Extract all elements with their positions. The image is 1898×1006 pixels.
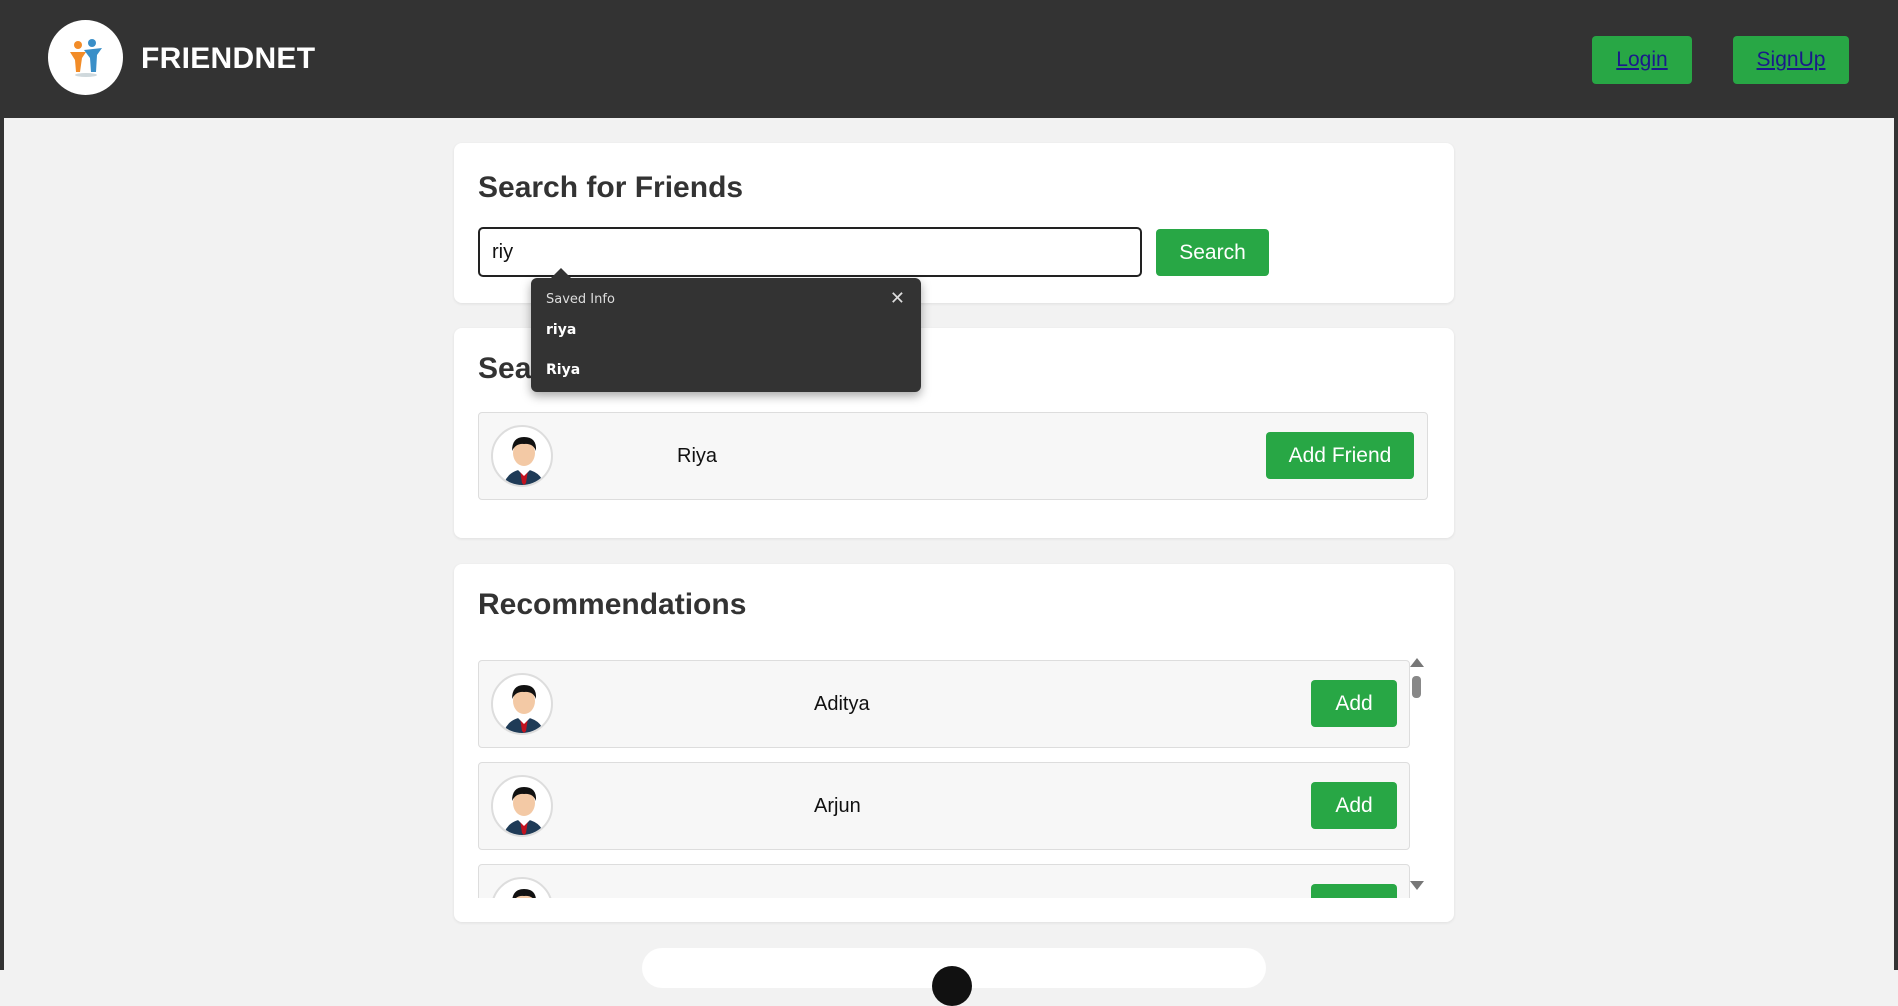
- search-title: Search for Friends: [478, 171, 744, 204]
- user-avatar-icon: [503, 685, 545, 733]
- recommendation-row: [478, 864, 1410, 898]
- user-avatar: [491, 877, 553, 898]
- autofill-dropdown: Saved Info ✕ riya Riya: [531, 268, 921, 392]
- search-button[interactable]: Search: [1156, 229, 1269, 276]
- autofill-option[interactable]: riya: [546, 322, 576, 338]
- recommendations-list[interactable]: Aditya Add Arjun Add: [4, 656, 1414, 898]
- add-button[interactable]: Add: [1311, 782, 1397, 829]
- scroll-up-arrow-icon[interactable]: [1410, 658, 1424, 667]
- scroll-down-arrow-icon[interactable]: [1410, 881, 1424, 890]
- search-input[interactable]: [478, 227, 1142, 277]
- add-friend-button[interactable]: Add Friend: [1266, 432, 1414, 479]
- scrollbar-thumb[interactable]: [1412, 676, 1421, 698]
- bottom-card: [642, 948, 1266, 1006]
- brand-name: FRIENDNET: [141, 42, 316, 75]
- recommendations-scrollbar[interactable]: [1408, 656, 1426, 892]
- recommendation-row: Arjun Add: [478, 762, 1410, 850]
- user-avatar: [491, 775, 553, 837]
- recommendations-title: Recommendations: [478, 588, 747, 621]
- recommendation-name: Arjun: [814, 795, 861, 817]
- autofill-title: Saved Info: [546, 292, 615, 307]
- recommendation-row: Aditya Add: [478, 660, 1410, 748]
- signup-button[interactable]: SignUp: [1733, 36, 1849, 84]
- result-name: Riya: [677, 445, 718, 467]
- user-avatar: [491, 673, 553, 735]
- user-avatar-icon: [503, 787, 545, 835]
- close-icon[interactable]: ✕: [890, 288, 905, 309]
- user-avatar: [491, 425, 553, 487]
- bottom-avatar: [932, 966, 972, 1006]
- recommendation-name: Aditya: [814, 693, 870, 715]
- add-button[interactable]: Add: [1311, 680, 1397, 727]
- user-avatar-icon: [512, 889, 536, 898]
- top-navbar: FRIENDNET Login SignUp: [0, 0, 1898, 118]
- login-button[interactable]: Login: [1592, 36, 1692, 84]
- user-avatar-icon: [503, 437, 545, 485]
- autofill-option[interactable]: Riya: [546, 362, 580, 378]
- people-logo-icon: [69, 38, 102, 77]
- result-row: Riya Add Friend: [478, 412, 1428, 500]
- friendnet-logo[interactable]: [48, 20, 123, 95]
- add-button[interactable]: [1311, 884, 1397, 898]
